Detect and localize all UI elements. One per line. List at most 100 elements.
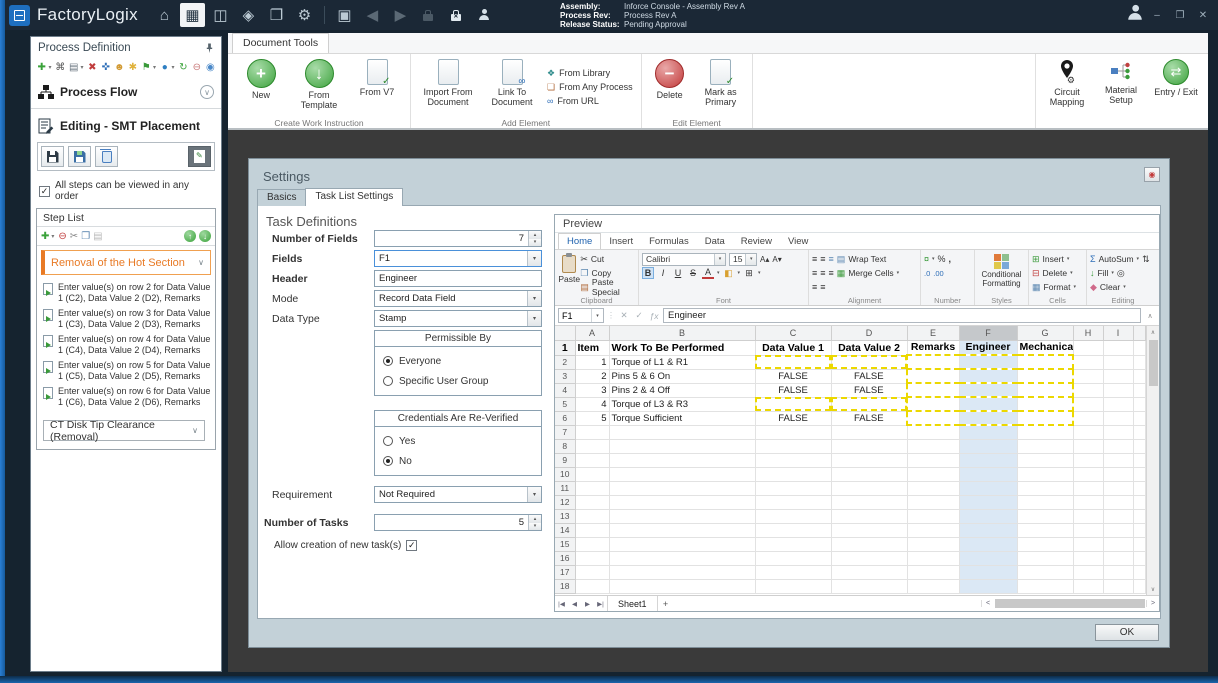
checkbox-icon[interactable]: ✓ [39, 185, 50, 197]
row-header-11[interactable]: 11 [555, 481, 576, 496]
allow-creation-checkbox[interactable]: Allow creation of new task(s) ✓ [274, 540, 418, 551]
grid-cell-D2[interactable] [831, 355, 908, 370]
selected-step[interactable]: Removal of the Hot Section ∨ [41, 250, 211, 275]
prev-sheet-icon[interactable]: ◀ [568, 600, 581, 608]
grid-cell-A4[interactable]: 3 [575, 383, 610, 398]
conditional-formatting-button[interactable]: Conditional Formatting [978, 254, 1025, 288]
grid-cell-C14[interactable] [755, 523, 832, 538]
fill-color-button[interactable]: ◧ [723, 267, 735, 279]
grid-cell-H5[interactable] [1073, 397, 1104, 412]
grid-cell-D16[interactable] [831, 551, 908, 566]
grid-cell-C5[interactable] [755, 397, 832, 412]
grid-cell-E9[interactable] [907, 453, 960, 468]
grid-cell-C12[interactable] [755, 495, 832, 510]
row-header-3[interactable]: 3 [555, 369, 576, 384]
grid-cell-A13[interactable] [575, 509, 610, 524]
column-header-I[interactable]: I [1103, 326, 1134, 341]
formula-input[interactable]: Engineer [663, 308, 1141, 323]
grid-cell-I11[interactable] [1103, 481, 1134, 496]
excel-tab-review[interactable]: Review [733, 234, 780, 249]
grid-cell-H10[interactable] [1073, 467, 1104, 482]
scroll-up-icon[interactable]: ∧ [1147, 326, 1159, 338]
grid-cell-A11[interactable] [575, 481, 610, 496]
grid-cell-G13[interactable] [1017, 509, 1074, 524]
grid-cell-I3[interactable] [1103, 369, 1134, 384]
grid-cell-B3[interactable]: Pins 5 & 6 On [609, 369, 756, 384]
grid-cell-D7[interactable] [831, 425, 908, 440]
grid-cell-D5[interactable] [831, 397, 908, 412]
material-setup-button[interactable]: Material Setup [1098, 57, 1144, 116]
grid-cell-G16[interactable] [1017, 551, 1074, 566]
align-center-icon[interactable]: ≡ [820, 268, 825, 278]
grid-cell-I6[interactable] [1103, 411, 1134, 426]
column-header-F[interactable]: F [959, 326, 1018, 341]
align-middle-icon[interactable]: ≡ [820, 254, 825, 264]
grid-cell-B8[interactable] [609, 439, 756, 454]
step-list-item[interactable]: Enter value(s) on row 3 for Data Value 1… [43, 308, 213, 330]
grid-cell-H2[interactable] [1073, 355, 1104, 370]
process-definition-icon[interactable]: ▦ [179, 3, 205, 27]
grid-cell-C15[interactable] [755, 537, 832, 552]
pin-icon[interactable] [205, 43, 214, 54]
enter-icon[interactable]: ✓ [633, 310, 645, 321]
scroll-left-icon[interactable]: < [981, 600, 994, 607]
grid-cell-G12[interactable] [1017, 495, 1074, 510]
row-header-18[interactable]: 18 [555, 579, 576, 594]
production-icon[interactable]: ◫ [208, 3, 233, 27]
vertical-scrollbar[interactable]: ∧ ∨ [1146, 326, 1159, 595]
delete-cells-button[interactable]: ⊟ Delete ▾ [1032, 266, 1083, 280]
grid-cell-H13[interactable] [1073, 509, 1104, 524]
row-header-12[interactable]: 12 [555, 495, 576, 510]
increase-decimal-icon[interactable]: .0 [924, 269, 930, 278]
grid-cell-D12[interactable] [831, 495, 908, 510]
spin-down-icon[interactable]: ▾ [529, 522, 541, 530]
home-icon[interactable]: ⌂ [152, 3, 177, 27]
grid-cell-B13[interactable] [609, 509, 756, 524]
grid-cell-D18[interactable] [831, 579, 908, 594]
grid-cell-G1[interactable]: Mechanical [1017, 340, 1074, 356]
grid-cell-D14[interactable] [831, 523, 908, 538]
entry-exit-button[interactable]: ⇄ Entry / Exit [1152, 57, 1200, 116]
grid-cell-I10[interactable] [1103, 467, 1134, 482]
grid-cell-C11[interactable] [755, 481, 832, 496]
header-input[interactable]: Engineer [374, 270, 542, 287]
merge-cells-button[interactable]: Merge Cells [848, 268, 893, 278]
grid-cell-E7[interactable] [907, 425, 960, 440]
grid-cell-B17[interactable] [609, 565, 756, 580]
requirement-dropdown[interactable]: Not Required ▾ [374, 486, 542, 503]
grid-cell-E17[interactable] [907, 565, 960, 580]
grid-cell-C1[interactable]: Data Value 1 [755, 340, 832, 356]
mode-dropdown[interactable]: Record Data Field ▾ [374, 290, 542, 307]
clear-button[interactable]: Clear [1100, 282, 1120, 292]
grid-cell-I18[interactable] [1103, 579, 1134, 594]
grid-cell-B4[interactable]: Pins 2 & 4 Off [609, 383, 756, 398]
radio-icon[interactable] [383, 436, 393, 446]
grid-cell-I2[interactable] [1103, 355, 1134, 370]
grid-cell-A7[interactable] [575, 425, 610, 440]
row-header-4[interactable]: 4 [555, 383, 576, 398]
cut-button[interactable]: ✂ Cut [580, 252, 635, 266]
grid-cell-F13[interactable] [959, 509, 1018, 524]
cancel-icon[interactable]: ✕ [618, 310, 630, 321]
checkbox-icon[interactable]: ✓ [406, 540, 418, 551]
grid-cell-E8[interactable] [907, 439, 960, 454]
grid-cell-F5[interactable] [959, 396, 1018, 412]
radio-yes[interactable]: Yes [383, 431, 533, 451]
tab-document-tools[interactable]: Document Tools [232, 33, 330, 53]
grid-cell-B16[interactable] [609, 551, 756, 566]
grid-cell-D17[interactable] [831, 565, 908, 580]
operator-icon[interactable]: ☻ [114, 62, 126, 73]
grid-cell-B18[interactable] [609, 579, 756, 594]
grid-cell-D11[interactable] [831, 481, 908, 496]
grid-cell-F8[interactable] [959, 439, 1018, 454]
grid-cell-E10[interactable] [907, 467, 960, 482]
grid-cell-E14[interactable] [907, 523, 960, 538]
mark-as-primary-button[interactable]: ✓ Mark as Primary [696, 57, 746, 116]
radio-no[interactable]: No [383, 451, 533, 471]
font-color-button[interactable]: A [702, 267, 714, 279]
collapsed-step[interactable]: CT Disk Tip Clearance (Removal) ∨ [43, 419, 205, 443]
radio-everyone[interactable]: Everyone [383, 351, 533, 371]
font-size-dropdown[interactable]: 15 ▾ [729, 252, 757, 266]
grid-cell-D8[interactable] [831, 439, 908, 454]
row-header-9[interactable]: 9 [555, 453, 576, 468]
